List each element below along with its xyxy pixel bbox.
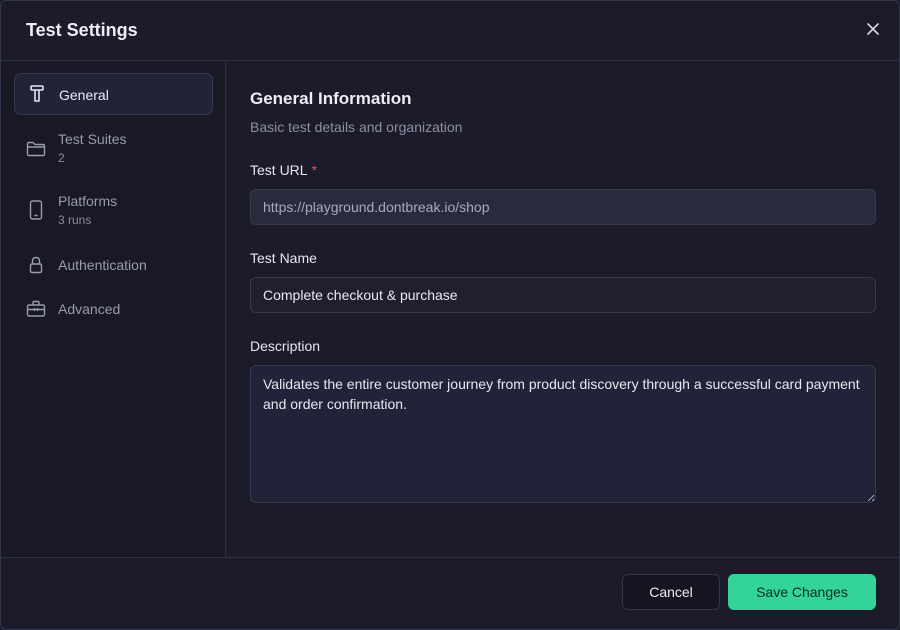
sidebar-item-authentication[interactable]: Authentication xyxy=(14,255,213,275)
section-title: General Information xyxy=(250,89,412,108)
test-url-label: Test URL * xyxy=(250,162,317,178)
section-subtitle: Basic test details and organization xyxy=(250,119,463,135)
description-textarea[interactable]: Validates the entire customer journey fr… xyxy=(250,365,876,503)
sidebar-item-test-suites[interactable]: Test Suites 2 xyxy=(14,131,213,171)
sidebar-item-label: Authentication xyxy=(58,257,147,273)
hammer-icon xyxy=(26,83,48,105)
sidebar-item-label: Advanced xyxy=(58,301,121,317)
required-mark: * xyxy=(311,162,318,178)
save-changes-button[interactable]: Save Changes xyxy=(728,574,876,610)
test-name-input[interactable] xyxy=(250,277,876,313)
lock-icon xyxy=(25,254,47,276)
sidebar-item-general[interactable]: General xyxy=(14,73,213,115)
cancel-button[interactable]: Cancel xyxy=(622,574,720,610)
sidebar-item-label: Test Suites xyxy=(58,131,127,147)
close-button[interactable] xyxy=(863,19,883,39)
test-url-label-text: Test URL xyxy=(250,162,308,178)
sidebar-item-advanced[interactable]: Advanced xyxy=(14,299,213,319)
test-settings-dialog: Test Settings General Test Suites 2 Plat… xyxy=(0,0,900,630)
dialog-footer: Cancel Save Changes xyxy=(1,557,899,629)
settings-sidebar: General Test Suites 2 Platforms 3 runs A… xyxy=(1,61,226,557)
folder-icon xyxy=(25,138,47,160)
phone-icon xyxy=(25,199,47,221)
sidebar-item-count: 2 xyxy=(58,151,65,165)
sidebar-item-runs: 3 runs xyxy=(58,213,92,227)
sidebar-item-label: General xyxy=(59,87,109,103)
close-icon xyxy=(867,23,879,35)
test-name-label: Test Name xyxy=(250,250,317,266)
dialog-title: Test Settings xyxy=(26,20,138,40)
test-url-input[interactable] xyxy=(250,189,876,225)
settings-main: General Information Basic test details a… xyxy=(227,61,899,557)
toolbox-icon xyxy=(25,298,47,320)
description-label: Description xyxy=(250,338,321,354)
sidebar-item-label: Platforms xyxy=(58,193,118,209)
dialog-header: Test Settings xyxy=(1,1,899,61)
sidebar-item-platforms[interactable]: Platforms 3 runs xyxy=(14,193,213,233)
